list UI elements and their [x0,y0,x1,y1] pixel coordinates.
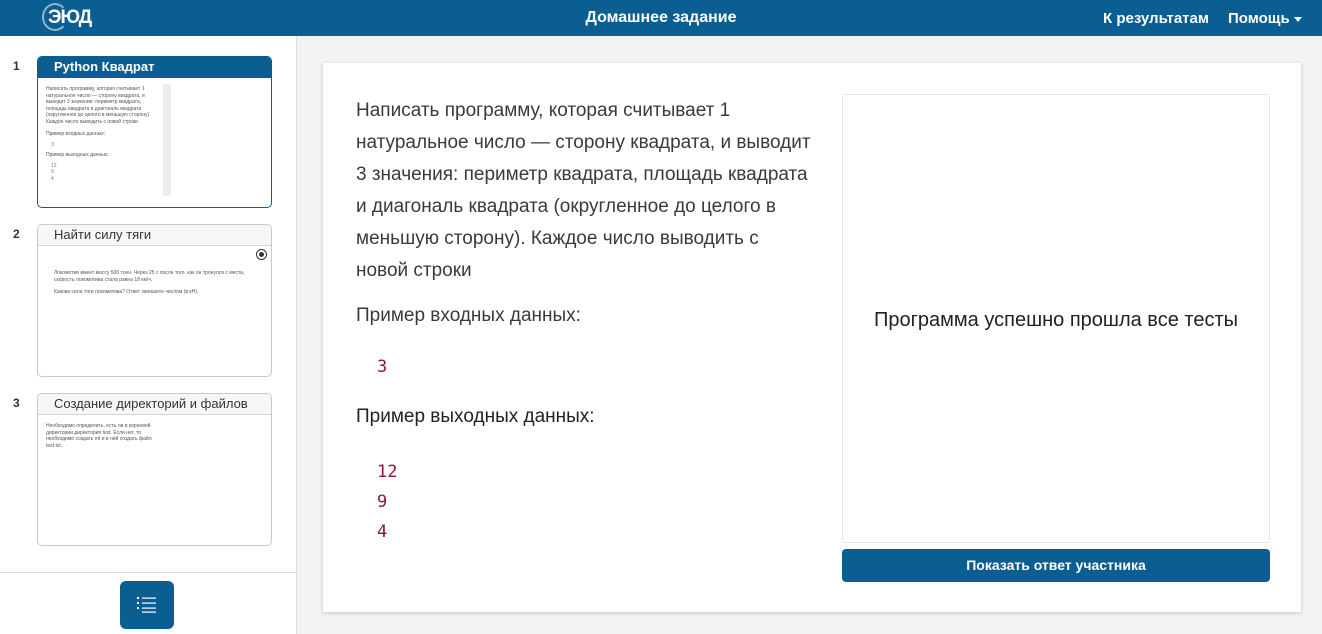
task-sidebar: 1 Python Квадрат Написать программу, кот… [0,36,297,634]
input-example-label: Пример входных данных: [356,305,581,326]
result-panel: Программа успешно прошла все тесты [842,94,1270,543]
output-example-label: Пример выходных данных: [356,406,595,427]
output-value: 9 [377,492,388,512]
preview-line: Локомотив имеет массу 500 тонн. Через 25… [54,270,245,276]
help-menu[interactable]: Помощь [1228,10,1302,27]
task-card-title: Создание директорий и файлов [38,394,271,415]
preview-scrollbar [163,84,171,196]
results-link[interactable]: К результатам [1103,10,1209,27]
list-icon [137,597,156,613]
preview-output-value: 4 [51,175,54,182]
task-card-preview: Необходимо определить, есть ли в корнево… [38,415,271,457]
task-number: 2 [13,227,20,241]
top-navbar: ЭЮД Домашнее задание К результатам Помощ… [0,0,1322,36]
task-card-preview: Локомотив имеет массу 500 тонн. Через 25… [38,246,271,304]
task-statement: Написать программу, которая считывает 1 … [356,100,811,281]
sidebar-divider [0,572,296,573]
radio-selected-icon[interactable] [256,249,267,260]
task-number: 3 [13,396,20,410]
caret-down-icon [1293,16,1302,22]
preview-line: (округленное до целого в меньшую сторону… [46,112,151,118]
preview-line: Какова сила тяги локомотива? Ответ запиш… [54,289,199,295]
task-list-button[interactable] [120,581,174,629]
input-example-value: 3 [377,357,388,377]
show-answer-button[interactable]: Показать ответ участника [842,549,1270,582]
preview-line: Написать программу, которая считывает 1 [46,86,145,92]
output-value: 12 [377,462,398,482]
task-card-3[interactable]: Создание директорий и файлов Необходимо … [37,393,272,546]
output-value: 4 [377,522,388,542]
task-card-1[interactable]: Python Квадрат Написать программу, котор… [37,56,272,208]
result-message: Программа успешно прошла все тесты [874,309,1238,331]
task-card-title: Python Квадрат [38,57,271,78]
preview-line: выводит 3 значения: периметр квадрата, [46,99,142,105]
help-menu-label: Помощь [1228,10,1290,27]
task-card-2[interactable]: Найти силу тяги Локомотив имеет массу 50… [37,224,272,377]
preview-line: test.txt. [46,442,63,449]
output-example-values: 12 9 4 [377,457,397,547]
task-content-card: Написать программу, которая считывает 1 … [323,63,1301,612]
task-card-preview: Написать программу, которая считывает 1 … [38,78,271,196]
task-card-title: Найти силу тяги [38,225,271,246]
task-number: 1 [13,59,20,73]
